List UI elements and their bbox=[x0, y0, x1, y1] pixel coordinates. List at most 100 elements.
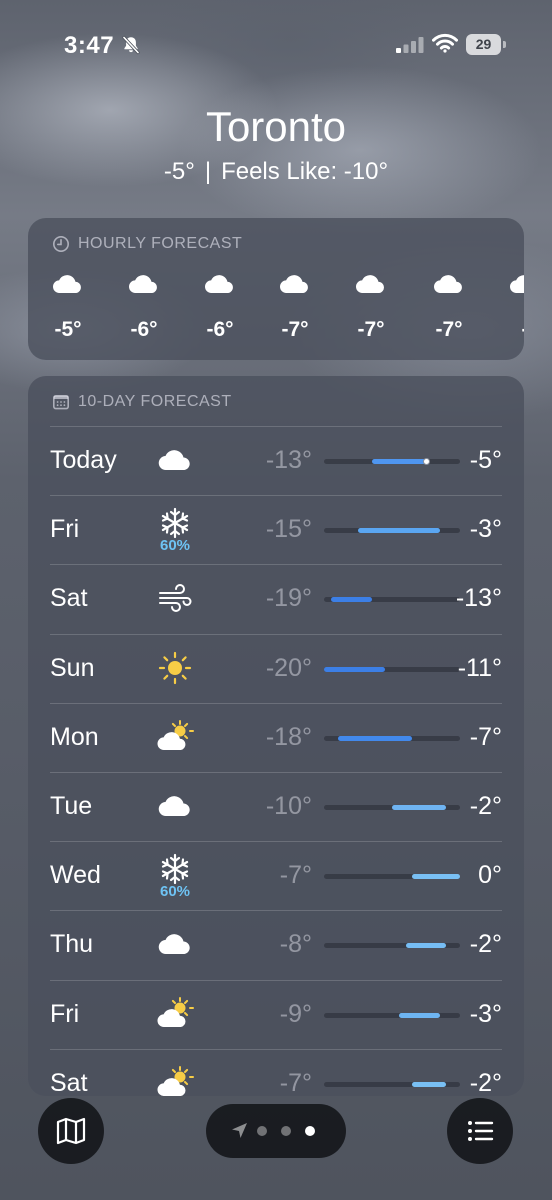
wind-icon bbox=[156, 580, 194, 616]
day-name: Today bbox=[50, 446, 117, 474]
ten-day-forecast-label: 10-DAY FORECAST bbox=[78, 393, 232, 410]
hourly-item: -7° bbox=[341, 270, 401, 342]
low-temp: -19° bbox=[265, 584, 312, 613]
hourly-forecast-title: HOURLY FORECAST bbox=[52, 234, 242, 254]
hourly-item: -7° bbox=[265, 270, 325, 342]
low-temp: -20° bbox=[265, 653, 312, 682]
page-dot[interactable] bbox=[257, 1126, 267, 1136]
hourly-temp: -6° bbox=[130, 318, 158, 341]
snowflake-icon bbox=[156, 851, 194, 887]
cloud-icon bbox=[433, 275, 462, 294]
high-temp: -3° bbox=[469, 999, 502, 1028]
hourly-temp: -5° bbox=[54, 318, 82, 341]
day-row[interactable]: Sat -19° -13° bbox=[50, 564, 502, 633]
ten-day-forecast-title: 10-DAY FORECAST bbox=[52, 392, 232, 412]
list-icon bbox=[468, 1121, 494, 1141]
current-temperature: -5° bbox=[163, 158, 195, 185]
day-row[interactable]: Sat -7° -2° bbox=[50, 1048, 502, 1096]
hourly-forecast-card[interactable]: HOURLY FORECAST -5° -6° -6° -7° -7° -7° - bbox=[28, 218, 524, 360]
cloud-icon bbox=[156, 442, 194, 478]
hourly-item: -6° bbox=[114, 270, 174, 342]
calendar-icon bbox=[52, 394, 69, 410]
high-temp: -2° bbox=[469, 1068, 502, 1096]
low-temp: -7° bbox=[279, 1068, 312, 1096]
high-temp: -3° bbox=[469, 515, 502, 544]
day-row[interactable]: Fri 60% -15° -3° bbox=[50, 495, 502, 564]
current-conditions: -5° | Feels Like: -10° bbox=[0, 158, 552, 186]
day-name: Fri bbox=[50, 515, 80, 544]
low-temp: -15° bbox=[265, 515, 312, 544]
day-name: Mon bbox=[50, 722, 99, 751]
cloud-icon bbox=[355, 275, 384, 294]
day-name: Wed bbox=[50, 861, 101, 890]
list-button[interactable] bbox=[447, 1098, 513, 1164]
temp-range-fill bbox=[324, 666, 386, 672]
low-temp: -10° bbox=[265, 792, 312, 820]
low-temp: -8° bbox=[279, 930, 312, 959]
partly-sunny-icon bbox=[156, 1065, 194, 1096]
hourly-temp: -7° bbox=[281, 318, 309, 341]
battery-icon: 29 bbox=[466, 34, 506, 55]
cloud-icon bbox=[279, 275, 308, 294]
high-temp: -11° bbox=[457, 653, 502, 682]
snowflake-icon bbox=[156, 505, 194, 541]
day-row[interactable]: Tue -10° -2° bbox=[50, 772, 502, 841]
high-temp: -7° bbox=[469, 722, 502, 751]
bell-off-icon bbox=[122, 35, 140, 55]
high-temp: -2° bbox=[469, 792, 502, 820]
hourly-temp: -6° bbox=[206, 318, 234, 341]
cloud-icon bbox=[156, 788, 194, 824]
cloud-icon bbox=[52, 275, 81, 294]
low-temp: -18° bbox=[265, 722, 312, 751]
high-temp: 0° bbox=[478, 861, 502, 890]
status-bar: 3:47 29 bbox=[0, 0, 552, 90]
day-name: Tue bbox=[50, 792, 93, 820]
hourly-temp: -7° bbox=[435, 318, 463, 341]
day-row[interactable]: Mon -18° -7° bbox=[50, 702, 502, 772]
feels-like: Feels Like: -10° bbox=[221, 158, 389, 185]
sun-icon bbox=[156, 650, 194, 686]
cloud-icon bbox=[128, 275, 157, 294]
day-row[interactable]: Thu -8° -2° bbox=[50, 910, 502, 979]
ten-day-forecast-card[interactable]: 10-DAY FORECAST Today -13° -5° Fri 60% -15° -3… bbox=[28, 376, 524, 1096]
hourly-item: - bbox=[495, 270, 524, 342]
day-row[interactable]: Fri -9° -3° bbox=[50, 979, 502, 1049]
high-temp: -13° bbox=[455, 584, 502, 613]
location-arrow-icon bbox=[232, 1123, 247, 1138]
cloud-icon bbox=[156, 926, 194, 962]
low-temp: -13° bbox=[265, 446, 312, 474]
hourly-forecast-label: HOURLY FORECAST bbox=[78, 235, 243, 252]
city-name: Toronto bbox=[205, 103, 347, 150]
cloud-icon bbox=[204, 275, 233, 294]
map-icon bbox=[56, 1117, 86, 1145]
low-temp: -7° bbox=[279, 861, 312, 890]
separator: | bbox=[204, 158, 212, 185]
day-name: Thu bbox=[50, 930, 94, 959]
battery-level: 29 bbox=[466, 34, 501, 55]
map-button[interactable] bbox=[38, 1098, 104, 1164]
hourly-temp: - bbox=[495, 318, 525, 342]
hourly-temp: -7° bbox=[357, 318, 385, 341]
hourly-item: -6° bbox=[190, 270, 250, 342]
temp-range-fill bbox=[337, 735, 413, 741]
page-dot[interactable] bbox=[305, 1126, 315, 1136]
partly-sunny-icon bbox=[156, 719, 194, 755]
page-indicator[interactable] bbox=[206, 1104, 346, 1158]
high-temp: -5° bbox=[469, 446, 502, 474]
precip-chance: 60% bbox=[159, 537, 191, 555]
day-name: Sat bbox=[50, 1068, 88, 1096]
status-time: 3:47 bbox=[64, 32, 115, 59]
clock-icon bbox=[53, 236, 69, 252]
page-dot[interactable] bbox=[281, 1126, 291, 1136]
hourly-item: -7° bbox=[419, 270, 479, 342]
hourly-item: -5° bbox=[38, 270, 98, 342]
day-name: Fri bbox=[50, 999, 80, 1028]
wifi-icon bbox=[432, 33, 458, 53]
cellular-signal-icon bbox=[396, 37, 424, 53]
high-temp: -2° bbox=[469, 930, 502, 959]
low-temp: -9° bbox=[279, 999, 312, 1028]
day-row[interactable]: Today -13° -5° bbox=[50, 426, 502, 495]
day-row[interactable]: Sun -20° -11° bbox=[50, 633, 502, 703]
day-row[interactable]: Wed 60% -7° 0° bbox=[50, 841, 502, 910]
partly-sunny-icon bbox=[156, 996, 194, 1032]
